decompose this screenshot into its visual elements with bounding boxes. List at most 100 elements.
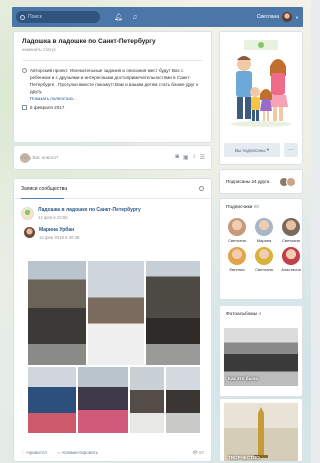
views-count: 👁︎ 57: [192, 450, 204, 455]
audio-icon[interactable]: ♪: [193, 154, 196, 161]
photo-album-card-2: ТВОРЧЕСТВО: [220, 399, 302, 461]
post-photo[interactable]: [88, 261, 144, 365]
subscriber-name: Анастасия: [281, 267, 301, 272]
user-avatar: [282, 12, 293, 22]
group-info-card: Ладошка в ладошке по Санкт-Петербургу из…: [14, 32, 211, 142]
more-actions-button[interactable]: ···: [284, 143, 298, 157]
photo-albums-card: Фотоальбомы 4 Как это было: [220, 306, 302, 396]
created-date-text: 6 февраля 2017: [30, 105, 65, 110]
show-more-link[interactable]: Показать полностью...: [30, 96, 203, 101]
post-photo[interactable]: [146, 261, 200, 365]
subscriber-avatar: [282, 247, 300, 265]
search-placeholder: Поиск: [28, 14, 42, 20]
active-tab-indicator: [21, 198, 64, 199]
top-navigation-bar: Поиск 🔔︎ ♫ Светлана ▼: [12, 7, 303, 27]
like-label: Нравится: [26, 450, 47, 455]
album-caption: Как это было: [228, 376, 259, 381]
post-date[interactable]: 14 фев в 23:55: [38, 215, 141, 220]
subscriber-avatar: [228, 218, 246, 236]
friend-avatar: [286, 176, 296, 187]
subscribed-label: Вы подписаны: [235, 147, 266, 153]
music-icon[interactable]: ♫: [132, 14, 137, 21]
repost-date[interactable]: 14 фев 2018 в 20:38: [39, 235, 79, 240]
new-post-box[interactable]: Что у Вас нового? ◙ ▣ ♪ ☰: [14, 146, 211, 169]
user-name: Светлана: [256, 14, 280, 20]
albums-count: 4: [258, 312, 262, 317]
subscribed-button[interactable]: Вы подписаны ▾: [224, 143, 280, 157]
divider: [22, 60, 203, 61]
subscriber-item[interactable]: Светлана: [253, 247, 275, 272]
albums-header[interactable]: Фотоальбомы 4: [226, 312, 296, 317]
calendar-icon: [22, 105, 27, 110]
post-photo[interactable]: [78, 367, 128, 433]
comment-label: Комментировать: [62, 450, 99, 455]
edit-status-link[interactable]: изменить статус: [22, 47, 203, 52]
camera-icon[interactable]: ◙: [175, 154, 179, 161]
group-avatar[interactable]: [21, 207, 34, 220]
notifications-bell-icon[interactable]: 🔔︎: [114, 13, 123, 21]
created-date: 6 февраля 2017: [22, 105, 203, 110]
repost-avatar[interactable]: [24, 227, 35, 238]
friends-subscribed-label: Подписаны 24 друга: [226, 179, 270, 184]
group-cover-card: Вы подписаны ▾ ···: [220, 32, 302, 164]
post-photo[interactable]: [28, 261, 86, 365]
subscriber-name: Марина: [256, 238, 272, 243]
description-text: Авторский проект. Увлекательные задания …: [30, 68, 199, 94]
post-author[interactable]: Ладошка в ладошке по Санкт-Петербургу: [38, 207, 141, 213]
subscribers-count: 90: [253, 205, 260, 210]
subscriber-item[interactable]: Светлана: [226, 218, 248, 243]
subscriber-name: Светлана: [255, 267, 273, 272]
subscriber-avatar: [255, 218, 273, 236]
repost-author[interactable]: Марина Урбан: [39, 227, 79, 233]
post-photo[interactable]: [166, 367, 200, 433]
comment-button[interactable]: ▭ Комментировать: [57, 450, 98, 456]
subscribers-header[interactable]: Подписчики 90: [226, 205, 296, 210]
new-post-placeholder[interactable]: Что у Вас нового?: [20, 155, 58, 160]
heart-icon: ♡: [21, 450, 26, 455]
group-description: Авторский проект. Увлекательные задания …: [22, 67, 203, 95]
subscriber-name: Светлана: [228, 238, 246, 243]
subscriber-item[interactable]: Евгения: [226, 247, 248, 272]
info-icon: [22, 68, 27, 73]
repost-header: Марина Урбан 14 фев 2018 в 20:38: [14, 224, 211, 244]
subscribers-grid: Светлана Марина Светлана Евгения Светлан…: [226, 218, 301, 272]
settings-icon[interactable]: ☰: [200, 154, 205, 161]
post-photo[interactable]: [130, 367, 164, 433]
post-photo[interactable]: [28, 367, 76, 433]
subscribers-title: Подписчики: [226, 205, 253, 210]
subscribers-card: Подписчики 90 Светлана Марина Светлана Е…: [220, 199, 302, 299]
feed-search-icon[interactable]: [199, 186, 204, 191]
video-icon[interactable]: ▣: [183, 154, 189, 161]
post-header: Ладошка в ладошке по Санкт-Петербургу 14…: [14, 199, 211, 224]
tab-community-posts[interactable]: Записи сообщества: [21, 186, 67, 192]
chevron-down-icon: ▾: [266, 147, 269, 152]
attachment-icons: ◙ ▣ ♪ ☰: [175, 154, 205, 161]
subscriber-item[interactable]: Светлана: [280, 218, 302, 243]
subscriber-avatar: [255, 247, 273, 265]
friends-avatars: [279, 176, 296, 187]
search-input[interactable]: Поиск: [16, 11, 100, 23]
subscriber-avatar: [282, 218, 300, 236]
friends-subscribed-card[interactable]: Подписаны 24 друга: [220, 170, 302, 193]
community-feed: Записи сообщества Ладошка в ладошке по С…: [14, 179, 211, 461]
album-cover[interactable]: ТВОРЧЕСТВО: [224, 403, 298, 461]
user-menu[interactable]: Светлана ▼: [257, 12, 299, 22]
subscriber-name: Евгения: [229, 267, 245, 272]
album-cover[interactable]: Как это было: [224, 328, 298, 386]
subscriber-name: Светлана: [282, 238, 300, 243]
subscriber-avatar: [228, 247, 246, 265]
search-icon: [20, 14, 25, 20]
family-illustration: [224, 36, 298, 140]
album-artwork: [254, 407, 268, 458]
post-actions: ♡ Нравится ▭ Комментировать: [21, 450, 98, 456]
albums-title: Фотоальбомы: [226, 312, 258, 317]
group-cover-image[interactable]: [224, 36, 298, 140]
comment-icon: ▭: [56, 450, 62, 455]
group-title: Ладошка в ладошке по Санкт-Петербургу: [22, 38, 156, 45]
subscriber-item[interactable]: Марина: [253, 218, 275, 243]
post-photo-grid: [28, 261, 200, 441]
chevron-down-icon: ▼: [295, 14, 299, 20]
album-caption: ТВОРЧЕСТВО: [228, 455, 260, 460]
like-button[interactable]: ♡ Нравится: [21, 450, 47, 456]
subscriber-item[interactable]: Анастасия: [280, 247, 302, 272]
